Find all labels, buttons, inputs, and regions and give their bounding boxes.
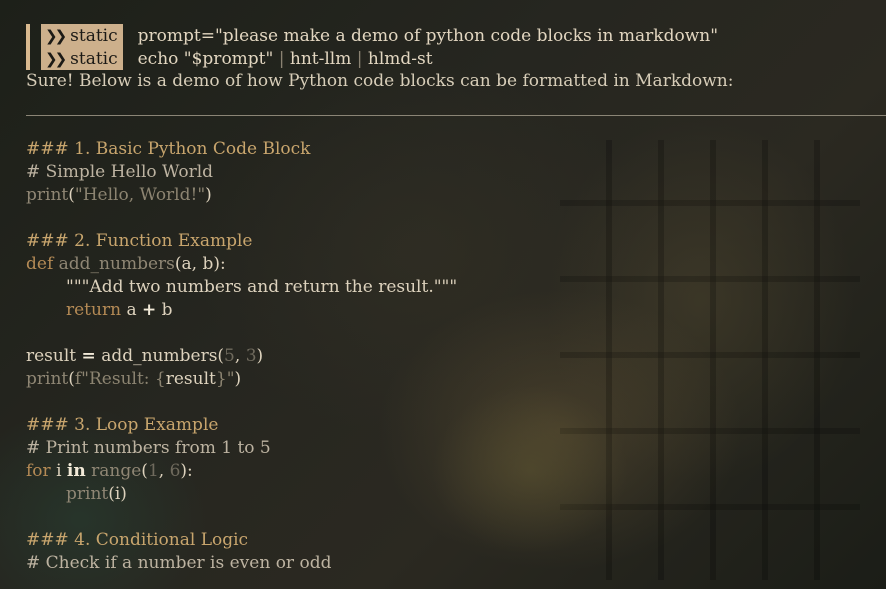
code-line: for i in range(1, 6): [26, 461, 193, 481]
code-line: """Add two numbers and return the result… [26, 276, 886, 299]
number-literal: 3 [245, 346, 257, 366]
keyword: return [66, 300, 122, 320]
code-line: def add_numbers(a, b): [26, 253, 886, 276]
section-heading: ### 4. Conditional Logic [26, 530, 249, 550]
identifier: b [161, 300, 173, 320]
chevron-icon: ❯❯ [45, 49, 67, 68]
builtin-call: print [26, 185, 69, 205]
call-args: (i) [108, 484, 127, 504]
builtin-call: print [66, 484, 109, 504]
prompt-segment: ❯❯ static [41, 47, 123, 70]
docstring: """Add two numbers and return the result… [66, 277, 458, 297]
section-heading: ### 3. Loop Example [26, 415, 219, 435]
code-comment: # Check if a number is even or odd [26, 553, 332, 573]
identifier: a [126, 300, 137, 320]
pipe-cmd-1: hnt-llm [289, 48, 352, 69]
identifier: i [56, 461, 62, 481]
segment-label: static [70, 48, 118, 69]
number-literal: 1 [147, 461, 159, 481]
code-line: print(i) [26, 483, 886, 506]
builtin-call: range [91, 461, 142, 481]
params: (a, b): [174, 254, 226, 274]
code-line: print(f"Result: {result}") [26, 369, 242, 389]
number-literal: 5 [224, 346, 235, 366]
code-line: print("Hello, World!") [26, 185, 212, 205]
terminal-output: ❯❯ static prompt="please make a demo of p… [26, 24, 886, 575]
string-literal: }" [215, 369, 235, 389]
command-text: prompt="please make a demo of python cod… [137, 25, 719, 46]
prompt-bar [26, 47, 30, 70]
code-line: return a + b [26, 299, 886, 322]
function-name: add_numbers [58, 254, 175, 274]
command-text: echo "$prompt" | hnt-llm | hlmd-st [137, 48, 433, 69]
segment-label: static [70, 25, 118, 46]
function-call: add_numbers( [101, 346, 225, 366]
section-heading: ### 2. Function Example [26, 231, 253, 251]
prompt-line-2: ❯❯ static echo "$prompt" | hnt-llm | hlmd… [26, 47, 886, 70]
prompt-bar [26, 24, 30, 47]
identifier: result [26, 346, 77, 366]
keyword: def [26, 254, 54, 274]
response-intro: Sure! Below is a demo of how Python code… [26, 71, 734, 91]
prompt-segment: ❯❯ static [41, 24, 123, 47]
identifier: result [165, 369, 216, 389]
string-literal: "Hello, World!" [74, 185, 206, 205]
number-literal: 6 [169, 461, 181, 481]
keyword-in: in [66, 461, 86, 481]
chevron-icon: ❯❯ [45, 26, 67, 45]
operator: + [142, 300, 157, 320]
builtin-call: print [26, 369, 69, 389]
prompt-line-1: ❯❯ static prompt="please make a demo of p… [26, 24, 886, 47]
section-heading: ### 1. Basic Python Code Block [26, 139, 311, 159]
command-echo: echo "$prompt" [137, 48, 274, 69]
code-comment: # Simple Hello World [26, 162, 214, 182]
operator: = [81, 346, 96, 366]
code-line: result = add_numbers(5, 3) [26, 346, 264, 366]
horizontal-rule [26, 115, 886, 116]
pipe-cmd-2: hlmd-st [367, 48, 433, 69]
code-comment: # Print numbers from 1 to 5 [26, 438, 271, 458]
string-literal: f"Result: { [74, 369, 166, 389]
keyword: for [26, 461, 51, 481]
